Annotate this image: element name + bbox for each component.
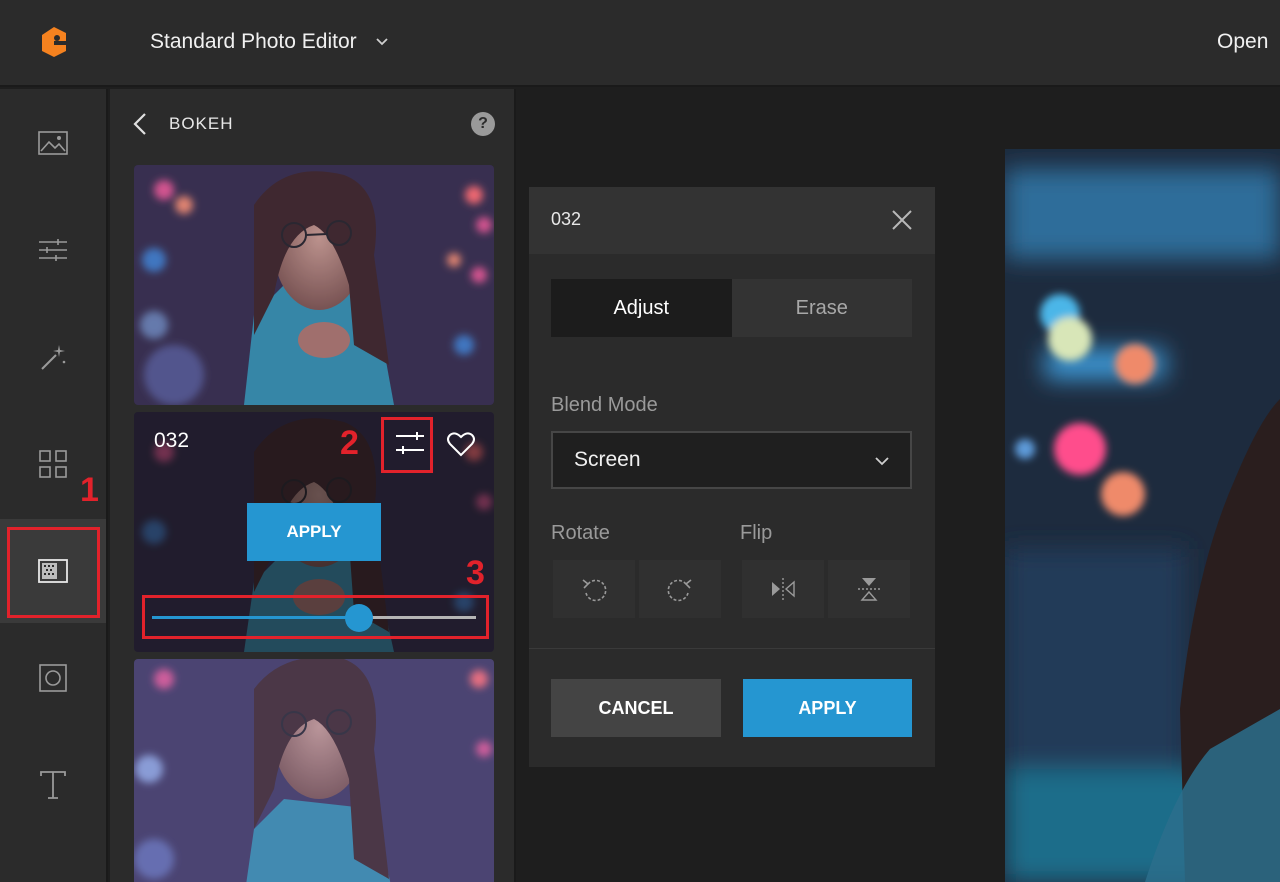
magic-wand-icon: [41, 345, 66, 370]
intensity-slider[interactable]: [152, 602, 476, 632]
annotation-number-1: 1: [80, 471, 99, 509]
text-icon: [40, 771, 66, 799]
annotation-number-2: 2: [340, 424, 359, 462]
rotate-right-button[interactable]: [639, 560, 721, 618]
back-arrow-icon[interactable]: [130, 111, 150, 137]
apply-button[interactable]: APPLY: [743, 679, 912, 737]
mode-tabs: Adjust Erase: [551, 279, 912, 337]
annotation-number-3: 3: [466, 554, 485, 592]
editor-mode-dropdown[interactable]: Standard Photo Editor: [150, 30, 389, 54]
heart-icon[interactable]: [446, 430, 476, 458]
tab-erase[interactable]: Erase: [732, 279, 913, 337]
dialog-title: 032: [551, 209, 582, 229]
blend-mode-value: Screen: [574, 448, 641, 471]
rotate-right-icon: [667, 579, 692, 602]
overlay-icon: [38, 559, 68, 583]
adjust-settings-icon[interactable]: [393, 429, 427, 457]
rotate-left-icon: [582, 579, 607, 602]
image-icon: [38, 131, 68, 155]
rail-item-effects[interactable]: [0, 305, 106, 409]
photo-preview[interactable]: [1005, 149, 1280, 882]
thumbnail-image: [134, 165, 494, 405]
panel-header: BOKEH ?: [110, 89, 514, 159]
thumbnail-apply-button[interactable]: APPLY: [247, 503, 381, 561]
rotate-label: Rotate: [551, 522, 610, 544]
editor-mode-label: Standard Photo Editor: [150, 30, 357, 53]
rail-item-overlays[interactable]: [0, 519, 106, 623]
thumbnail-label: 032: [154, 429, 190, 452]
close-icon[interactable]: [891, 209, 913, 231]
bokeh-thumbnail[interactable]: [134, 659, 494, 882]
dialog-header: 032: [529, 187, 935, 254]
app-logo-icon[interactable]: [38, 25, 70, 59]
rotate-left-button[interactable]: [553, 560, 635, 618]
rail-item-text[interactable]: [0, 733, 106, 837]
chevron-down-icon: [875, 457, 889, 466]
bokeh-thumbnail-selected[interactable]: 032 APPLY: [134, 412, 494, 652]
top-bar: Standard Photo Editor Open: [0, 0, 1280, 87]
open-button[interactable]: Open: [1217, 30, 1268, 54]
flip-vertical-button[interactable]: [828, 560, 910, 618]
sliders-icon: [39, 239, 67, 261]
thumbnail-image: [134, 659, 494, 882]
flip-vertical-icon: [858, 578, 880, 601]
tab-adjust[interactable]: Adjust: [551, 279, 732, 337]
rail-item-frames[interactable]: [0, 626, 106, 730]
frame-icon: [39, 664, 67, 692]
help-icon[interactable]: ?: [471, 112, 495, 136]
chevron-down-icon: [376, 38, 388, 46]
cancel-button[interactable]: CANCEL: [551, 679, 721, 737]
flip-horizontal-button[interactable]: [742, 560, 824, 618]
flip-horizontal-icon: [772, 578, 795, 600]
bokeh-panel: BOKEH ? 032 APPLY: [110, 89, 516, 882]
dialog-divider: [529, 648, 935, 649]
overlay-settings-dialog: 032 Adjust Erase Blend Mode Screen Rotat…: [529, 187, 935, 767]
slider-fill: [152, 616, 360, 619]
bokeh-thumbnail[interactable]: [134, 165, 494, 405]
rail-item-adjustments[interactable]: [0, 198, 106, 302]
panel-title: BOKEH: [169, 114, 234, 133]
blend-mode-label: Blend Mode: [551, 394, 658, 416]
preview-image: [1005, 149, 1280, 882]
grid-icon: [39, 450, 67, 478]
rail-item-image[interactable]: [0, 91, 106, 195]
flip-label: Flip: [740, 522, 773, 544]
blend-mode-select[interactable]: Screen: [551, 431, 912, 489]
slider-handle[interactable]: [345, 604, 374, 632]
